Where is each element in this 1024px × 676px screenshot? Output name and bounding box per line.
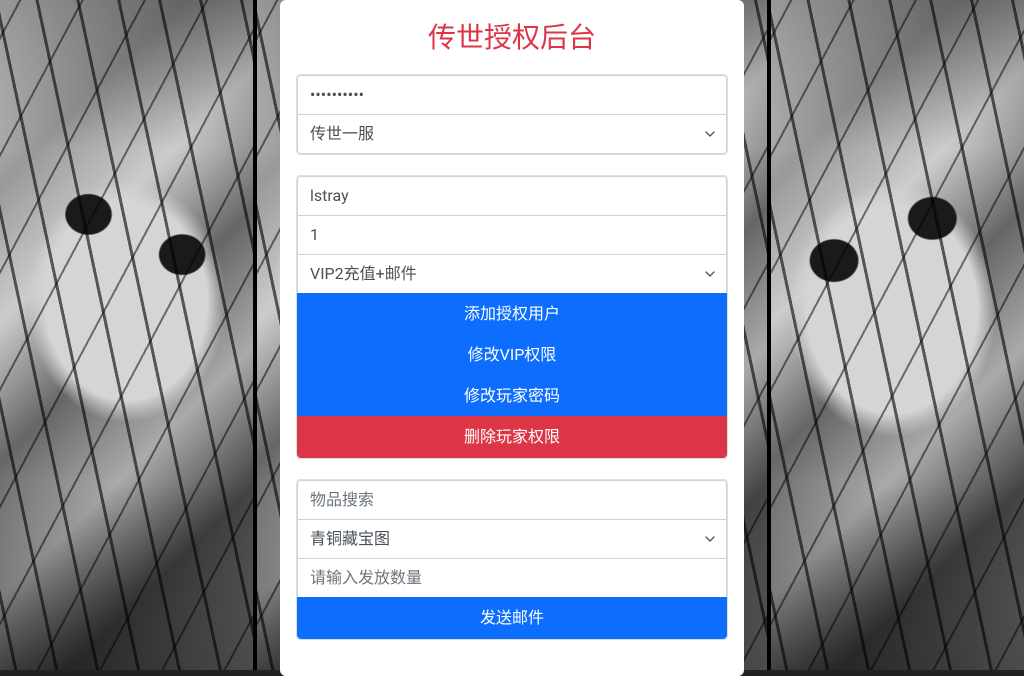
main-panel: 传世授权后台 传世一服 VIP2充值+邮件 添加授权用户 修改VIP权限 修改玩… — [280, 0, 744, 676]
send-mail-button[interactable]: 发送邮件 — [297, 597, 727, 639]
password-input[interactable] — [297, 75, 727, 115]
quantity-input[interactable] — [297, 558, 727, 598]
add-authorized-user-button[interactable]: 添加授权用户 — [297, 293, 727, 335]
item-search-input[interactable] — [297, 480, 727, 520]
item-mail-card: 青铜藏宝图 发送邮件 — [296, 479, 728, 640]
page-title: 传世授权后台 — [296, 16, 728, 56]
number-input[interactable] — [297, 215, 727, 255]
modify-player-password-button[interactable]: 修改玩家密码 — [297, 375, 727, 417]
delete-player-permission-button[interactable]: 删除玩家权限 — [297, 416, 727, 458]
user-permission-card: VIP2充值+邮件 添加授权用户 修改VIP权限 修改玩家密码 删除玩家权限 — [296, 175, 728, 459]
server-auth-card: 传世一服 — [296, 74, 728, 155]
server-select[interactable]: 传世一服 — [297, 114, 727, 154]
username-input[interactable] — [297, 176, 727, 216]
modify-vip-permission-button[interactable]: 修改VIP权限 — [297, 334, 727, 376]
vip-level-select[interactable]: VIP2充值+邮件 — [297, 254, 727, 294]
item-select[interactable]: 青铜藏宝图 — [297, 519, 727, 559]
